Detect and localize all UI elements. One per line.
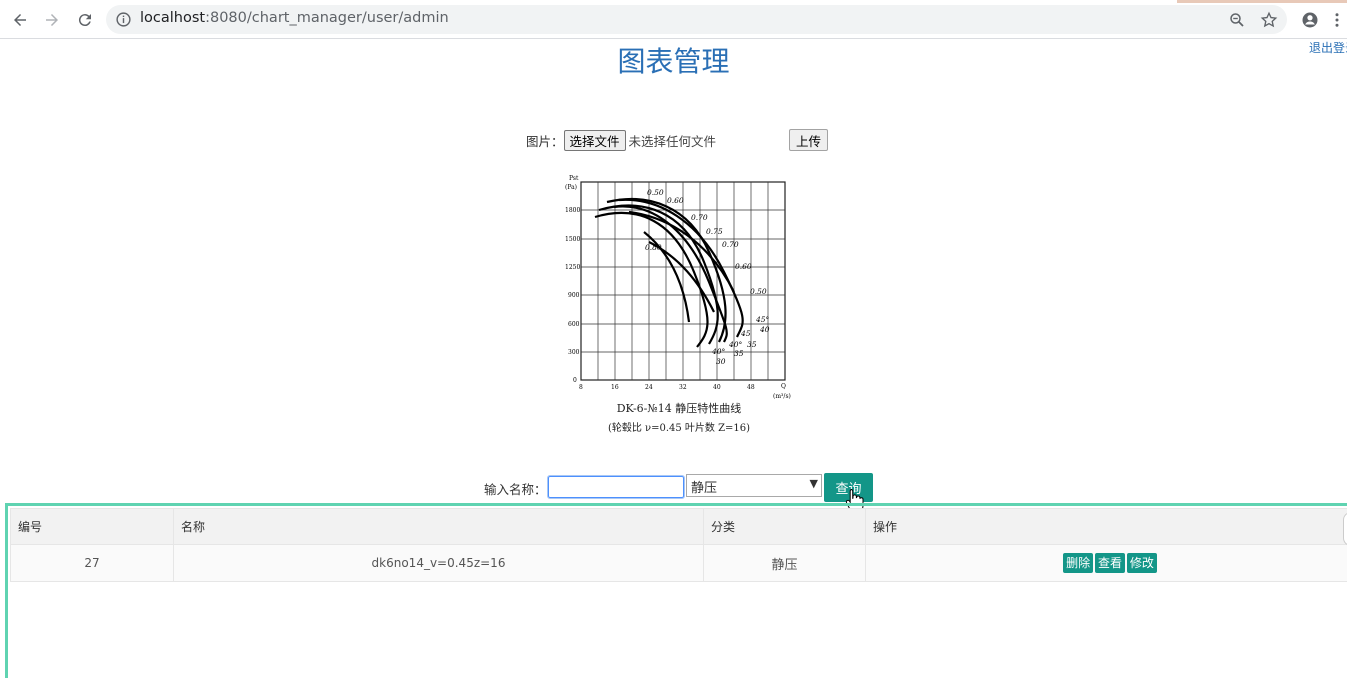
x-axis-label: Q: [781, 383, 786, 390]
y-axis-label: Pst: [569, 175, 579, 182]
results-table-frame: 编号 名称 分类 操作 27 dk6no14_v=0.45z=16 静压 删除 …: [5, 503, 1347, 678]
table-header-row: 编号 名称 分类 操作: [11, 509, 1347, 545]
curve-label: 0.60: [667, 196, 684, 205]
choose-file-button[interactable]: 选择文件: [564, 130, 626, 151]
curve-label: 0.60: [735, 262, 752, 271]
curve-label: 0.50: [750, 287, 767, 296]
y-tick: 300: [568, 349, 580, 356]
logout-link[interactable]: 退出登录: [1309, 39, 1347, 56]
browser-toolbar: localhost:8080/chart_manager/user/admin: [0, 0, 1347, 39]
upload-label: 图片：: [526, 131, 564, 150]
curve-label: 0.70: [691, 213, 708, 222]
cell-name: dk6no14_v=0.45z=16: [174, 545, 704, 582]
search-label: 输入名称：: [484, 479, 547, 498]
upload-row: 图片： 选择文件 未选择任何文件: [526, 128, 716, 152]
dropdown-arrow-icon: ▼: [810, 477, 818, 490]
y-tick: 1250: [565, 264, 580, 271]
header-category: 分类: [704, 509, 866, 545]
header-actions: 操作: [866, 509, 1347, 545]
table-row: 27 dk6no14_v=0.45z=16 静压 删除 查看 修改: [11, 545, 1347, 582]
curve-label: 0.50: [647, 188, 664, 197]
address-bar[interactable]: localhost:8080/chart_manager/user/admin: [106, 5, 1287, 34]
upload-button[interactable]: 上传: [789, 129, 828, 151]
account-icon[interactable]: [1298, 8, 1322, 32]
y-tick: 900: [568, 292, 580, 299]
y-tick: 600: [568, 321, 580, 328]
cell-actions: 删除 查看 修改: [866, 545, 1347, 582]
x-tick: 40: [713, 384, 721, 391]
cell-category: 静压: [704, 545, 866, 582]
tab-strip: [1177, 0, 1347, 3]
header-id: 编号: [11, 509, 174, 545]
info-icon[interactable]: [115, 11, 132, 28]
zoom-icon[interactable]: [1228, 11, 1246, 29]
x-tick: 16: [611, 384, 619, 391]
x-tick: 8: [579, 384, 583, 391]
angle-label: 40: [759, 325, 770, 334]
x-tick: 48: [747, 384, 755, 391]
no-file-text: 未选择任何文件: [629, 131, 717, 150]
delete-button[interactable]: 删除: [1063, 553, 1093, 573]
edit-button[interactable]: 修改: [1127, 553, 1157, 573]
y-tick: 1800: [565, 207, 580, 214]
x-tick: 24: [645, 384, 653, 391]
header-name: 名称: [174, 509, 704, 545]
category-select[interactable]: 静压 ▼: [686, 474, 822, 497]
angle-label: 35: [747, 340, 757, 349]
view-button[interactable]: 查看: [1095, 553, 1125, 573]
x-axis-unit: (m³/s): [773, 393, 791, 400]
chart-caption: DK-6-№14 静压特性曲线: [559, 400, 799, 416]
url-text: localhost:8080/chart_manager/user/admin: [140, 10, 449, 26]
side-scroll-handle[interactable]: [1343, 512, 1347, 546]
angle-label: 35: [734, 349, 744, 358]
angle-label: 45: [740, 329, 751, 338]
curve-label: 0.70: [722, 240, 739, 249]
y-tick: 0: [573, 377, 577, 384]
star-icon[interactable]: [1260, 11, 1278, 29]
cell-id: 27: [11, 545, 174, 582]
results-table: 编号 名称 分类 操作 27 dk6no14_v=0.45z=16 静压 删除 …: [10, 508, 1347, 582]
menu-dots-icon[interactable]: [1330, 8, 1344, 32]
back-arrow-icon[interactable]: [8, 8, 32, 32]
curve-label: 0.75: [706, 227, 723, 236]
chart-subcaption: (轮毂比 ν=0.45 叶片数 Z=16): [559, 419, 799, 434]
angle-label: 30: [716, 357, 726, 366]
curve-label: 0.80: [645, 243, 662, 252]
reload-icon[interactable]: [73, 8, 97, 32]
x-tick: 32: [679, 384, 687, 391]
y-tick: 1500: [565, 236, 580, 243]
y-axis-unit: (Pa): [565, 184, 577, 191]
name-search-input[interactable]: [548, 476, 684, 498]
forward-arrow-icon[interactable]: [40, 8, 64, 32]
angle-label: 40°: [711, 347, 726, 356]
angle-label: 45°: [755, 315, 770, 324]
angle-label: 40°: [728, 340, 743, 349]
page-title: 图表管理: [0, 40, 1347, 80]
category-selected-value: 静压: [691, 481, 717, 496]
chart-image: 0.50 0.60 0.70 0.75 0.70 0.60 0.50 0.80 …: [559, 172, 799, 437]
